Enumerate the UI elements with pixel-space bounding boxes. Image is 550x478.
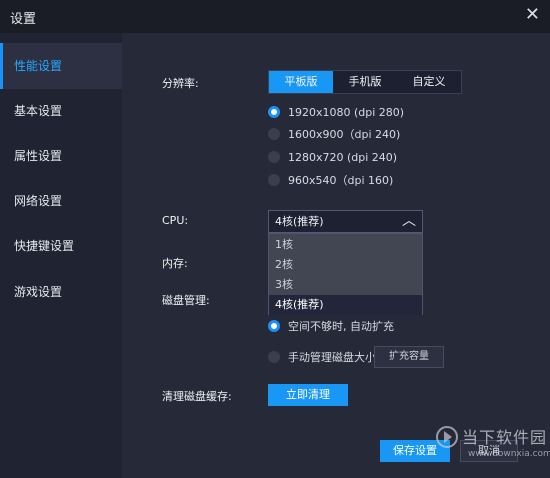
resolution-option-label: 960x540（dpi 160)	[288, 174, 394, 187]
cpu-select-value: 4核(推荐)	[275, 215, 324, 228]
cpu-dropdown-list: 1核 2核 3核 4核(推荐)	[268, 233, 423, 315]
disk-auto-label: 空间不够时, 自动扩充	[288, 320, 394, 333]
radio-checked-icon	[268, 320, 280, 332]
resolution-option-1280[interactable]: 1280x720 (dpi 240)	[268, 149, 397, 165]
memory-label: 内存:	[162, 257, 188, 270]
clear-cache-label: 清理磁盘缓存:	[162, 390, 232, 403]
mode-tablet-button[interactable]: 平板版	[269, 71, 333, 93]
radio-icon	[268, 151, 280, 163]
cpu-option-3[interactable]: 3核	[269, 275, 422, 295]
clear-cache-button[interactable]: 立即清理	[268, 384, 348, 406]
chevron-up-icon: ︿	[402, 213, 416, 229]
resolution-option-label: 1280x720 (dpi 240)	[288, 150, 398, 164]
watermark-text: 当下软件园	[462, 428, 548, 447]
sidebar-item-shortcuts[interactable]: 快捷键设置	[0, 223, 122, 269]
resolution-option-1920[interactable]: 1920x1080 (dpi 280)	[268, 104, 404, 120]
expand-capacity-button[interactable]: 扩充容量	[374, 346, 444, 368]
sidebar-item-games[interactable]: 游戏设置	[0, 269, 122, 315]
mode-custom-button[interactable]: 自定义	[397, 71, 461, 93]
radio-icon	[268, 174, 280, 186]
window-title: 设置	[10, 12, 37, 27]
cpu-select[interactable]: 4核(推荐) ︿	[268, 210, 423, 233]
resolution-label: 分辨率:	[162, 77, 199, 90]
cpu-label: CPU:	[162, 214, 189, 227]
mode-phone-button[interactable]: 手机版	[333, 71, 397, 93]
cpu-option-4[interactable]: 4核(推荐)	[269, 295, 422, 315]
cpu-option-2[interactable]: 2核	[269, 255, 422, 275]
disk-label: 磁盘管理:	[162, 294, 210, 307]
cpu-option-1[interactable]: 1核	[269, 235, 422, 255]
disk-manual-label: 手动管理磁盘大小	[288, 351, 376, 364]
sidebar-item-performance[interactable]: 性能设置	[0, 43, 122, 89]
radio-checked-icon	[268, 106, 280, 118]
resolution-option-1600[interactable]: 1600x900（dpi 240)	[268, 126, 400, 142]
sidebar-item-network[interactable]: 网络设置	[0, 178, 122, 224]
disk-auto-option[interactable]: 空间不够时, 自动扩充	[268, 318, 394, 334]
close-icon[interactable]: ✕	[525, 4, 540, 25]
resolution-mode-toggle: 平板版 手机版 自定义	[268, 70, 462, 94]
radio-icon	[268, 351, 280, 363]
resolution-option-label: 1920x1080 (dpi 280)	[288, 105, 405, 119]
sidebar: 性能设置 基本设置 属性设置 网络设置 快捷键设置 游戏设置	[0, 33, 122, 478]
title-bar: 设置 ✕	[0, 0, 550, 33]
sidebar-item-properties[interactable]: 属性设置	[0, 133, 122, 179]
sidebar-item-basic[interactable]: 基本设置	[0, 88, 122, 134]
resolution-option-label: 1600x900（dpi 240)	[288, 128, 401, 141]
watermark-play-icon	[436, 426, 458, 448]
radio-icon	[268, 128, 280, 140]
disk-manual-option[interactable]: 手动管理磁盘大小	[268, 349, 376, 365]
resolution-option-960[interactable]: 960x540（dpi 160)	[268, 172, 393, 188]
watermark-url: www.downxia.com	[468, 449, 550, 459]
